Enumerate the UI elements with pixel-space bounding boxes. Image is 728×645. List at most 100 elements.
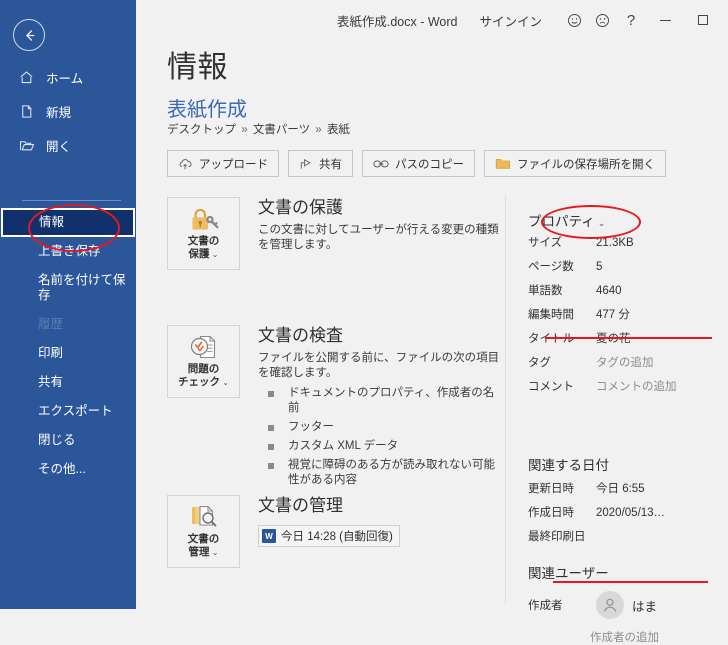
sidebar-item-home[interactable]: ホーム xyxy=(0,60,136,94)
sidebar-item-save-as[interactable]: 名前を付けて保存 xyxy=(0,266,136,310)
property-value: 477 分 xyxy=(596,309,630,321)
open-file-location-button[interactable]: ファイルの保存場所を開く xyxy=(484,150,666,177)
autorecover-version-label: 今日 14:28 (自動回復) xyxy=(281,531,393,543)
related-dates-section: 関連する日付 更新日時 今日 6:55 作成日時 2020/05/13… 最終印… xyxy=(528,440,728,552)
property-key: タイトル xyxy=(528,333,574,345)
lock-key-icon xyxy=(188,206,220,232)
property-value: 5 xyxy=(596,261,603,273)
minimize-button[interactable] xyxy=(646,5,684,35)
frowny-face-icon[interactable] xyxy=(588,6,616,34)
sidebar-item-label: 新規 xyxy=(46,105,72,120)
back-button[interactable] xyxy=(8,14,50,56)
list-item: ドキュメントのプロパティ、作成者の名前 xyxy=(258,386,500,416)
card-title: 文書の保護 xyxy=(258,198,343,217)
sidebar-item-export[interactable]: エクスポート xyxy=(0,397,136,426)
property-key: サイズ xyxy=(528,237,563,249)
sidebar-item-more[interactable]: その他... xyxy=(0,455,136,484)
property-row-edit-time: 編集時間 477 分 xyxy=(528,306,728,330)
new-document-icon xyxy=(19,104,39,119)
protect-document-caption: 文書の 保護 ⌄ xyxy=(187,235,220,260)
card-body: 文書の管理 W 今日 14:28 (自動回復) xyxy=(258,495,500,568)
maximize-button[interactable] xyxy=(684,5,722,35)
home-icon xyxy=(19,70,39,85)
date-key: 作成日時 xyxy=(528,507,574,519)
property-row-title[interactable]: タイトル 夏の花 xyxy=(528,330,728,354)
property-value[interactable]: タグの追加 xyxy=(596,354,654,370)
backstage-sidebar: ホーム 新規 開く 情報 上書き保存 名前を付けて保存 履歴 印刷 共有 エクス… xyxy=(0,0,136,609)
person-avatar-icon xyxy=(596,591,624,619)
card-manage-document: 文書の 管理 ⌄ 文書の管理 W 今日 14:28 (自動回復) xyxy=(167,495,500,568)
chevron-down-icon: ⌄ xyxy=(220,378,229,387)
window-title-bar: 表紙作成.docx - Word サインイン ? xyxy=(136,0,728,40)
card-description: この文書に対してユーザーが行える変更の種類を管理します。 xyxy=(258,224,499,251)
sidebar-item-new[interactable]: 新規 xyxy=(0,94,136,128)
property-row-tags[interactable]: タグ タグの追加 xyxy=(528,354,728,378)
properties-heading[interactable]: プロパティ ⌄ xyxy=(528,210,605,230)
maximize-icon xyxy=(698,15,708,25)
related-dates-heading: 関連する日付 xyxy=(528,458,609,473)
toolbar-label: ファイルの保存場所を開く xyxy=(517,158,655,171)
open-folder-icon xyxy=(19,138,39,153)
sidebar-item-info[interactable]: 情報 xyxy=(1,208,135,237)
property-row-pages: ページ数 5 xyxy=(528,258,728,282)
minimize-icon xyxy=(659,19,671,21)
list-item: 視覚に障碍のある方が読み取れない可能性がある内容 xyxy=(258,458,500,488)
sidebar-primary-nav: ホーム 新規 開く xyxy=(0,60,136,162)
property-row-words: 単語数 4640 xyxy=(528,282,728,306)
protect-document-button[interactable]: 文書の 保護 ⌄ xyxy=(167,197,240,270)
manage-document-caption: 文書の 管理 ⌄ xyxy=(187,533,220,558)
sidebar-item-label: 開く xyxy=(46,139,72,154)
sidebar-item-close[interactable]: 閉じる xyxy=(0,426,136,455)
sidebar-item-print[interactable]: 印刷 xyxy=(0,339,136,368)
column-divider xyxy=(505,195,506,604)
card-protect-document: 文書の 保護 ⌄ 文書の保護 この文書に対してユーザーが行える変更の種類を管理し… xyxy=(167,197,500,270)
properties-heading-label: プロパティ xyxy=(528,214,595,229)
date-row-modified: 更新日時 今日 6:55 xyxy=(528,480,728,504)
property-value[interactable]: コメントの追加 xyxy=(596,378,677,394)
property-value[interactable]: 夏の花 xyxy=(596,330,631,346)
add-author-button[interactable]: 作成者の追加 xyxy=(590,629,728,645)
smiley-face-icon[interactable] xyxy=(560,6,588,34)
date-value: 今日 6:55 xyxy=(596,483,645,495)
property-key: 単語数 xyxy=(528,285,563,297)
sidebar-item-open[interactable]: 開く xyxy=(0,128,136,162)
check-for-issues-caption: 問題の チェック ⌄ xyxy=(178,363,229,388)
sidebar-item-share[interactable]: 共有 xyxy=(0,368,136,397)
properties-table: サイズ 21.3KB ページ数 5 単語数 4640 編集時間 477 分 タイ… xyxy=(528,234,728,402)
chevron-down-icon: ⌄ xyxy=(209,548,219,557)
author-key: 作成者 xyxy=(528,600,563,612)
property-row-comments[interactable]: コメント コメントの追加 xyxy=(528,378,728,402)
related-people-section: 関連ユーザー 作成者 はま 作成者の追加 xyxy=(528,548,728,645)
back-arrow-icon xyxy=(13,19,45,51)
card-body: 文書の検査 ファイルを公開する前に、ファイルの次の項目を確認します。 ドキュメン… xyxy=(258,325,500,492)
property-key: コメント xyxy=(528,381,574,393)
info-main-panel: 情報 表紙作成 デスクトップ » 文書パーツ » 表紙 アップロード 共有 パス… xyxy=(136,40,728,644)
document-inspect-icon xyxy=(190,335,215,359)
card-body: 文書の保護 この文書に対してユーザーが行える変更の種類を管理します。 xyxy=(258,197,500,270)
window-title: 表紙作成.docx - Word xyxy=(336,14,458,29)
date-key: 更新日時 xyxy=(528,483,574,495)
sidebar-secondary-nav: 情報 上書き保存 名前を付けて保存 履歴 印刷 共有 エクスポート 閉じる その… xyxy=(0,208,136,484)
related-people-heading: 関連ユーザー xyxy=(528,566,609,581)
date-value: 2020/05/13… xyxy=(596,507,666,519)
date-key: 最終印刷日 xyxy=(528,531,586,543)
sidebar-item-history: 履歴 xyxy=(38,317,64,331)
manage-document-button[interactable]: 文書の 管理 ⌄ xyxy=(167,495,240,568)
property-value: 4640 xyxy=(596,285,622,297)
author-name: はま xyxy=(632,599,658,614)
autorecover-version-item[interactable]: W 今日 14:28 (自動回復) xyxy=(258,525,400,547)
property-row-size: サイズ 21.3KB xyxy=(528,234,728,258)
list-item: フッター xyxy=(258,420,500,435)
date-row-created: 作成日時 2020/05/13… xyxy=(528,504,728,528)
property-key: ページ数 xyxy=(528,261,574,273)
inspect-issue-list: ドキュメントのプロパティ、作成者の名前 フッター カスタム XML データ 視覚… xyxy=(258,386,500,488)
sign-in-button[interactable]: サインイン xyxy=(479,11,542,30)
card-inspect-document: 問題の チェック ⌄ 文書の検査 ファイルを公開する前に、ファイルの次の項目を確… xyxy=(167,325,500,492)
property-key: 編集時間 xyxy=(528,309,574,321)
author-row: 作成者 はま xyxy=(528,588,728,622)
help-button[interactable]: ? xyxy=(616,12,646,29)
check-for-issues-button[interactable]: 問題の チェック ⌄ xyxy=(167,325,240,398)
card-title: 文書の検査 xyxy=(258,326,343,345)
sidebar-item-label: ホーム xyxy=(46,71,84,86)
sidebar-item-save[interactable]: 上書き保存 xyxy=(0,237,136,266)
